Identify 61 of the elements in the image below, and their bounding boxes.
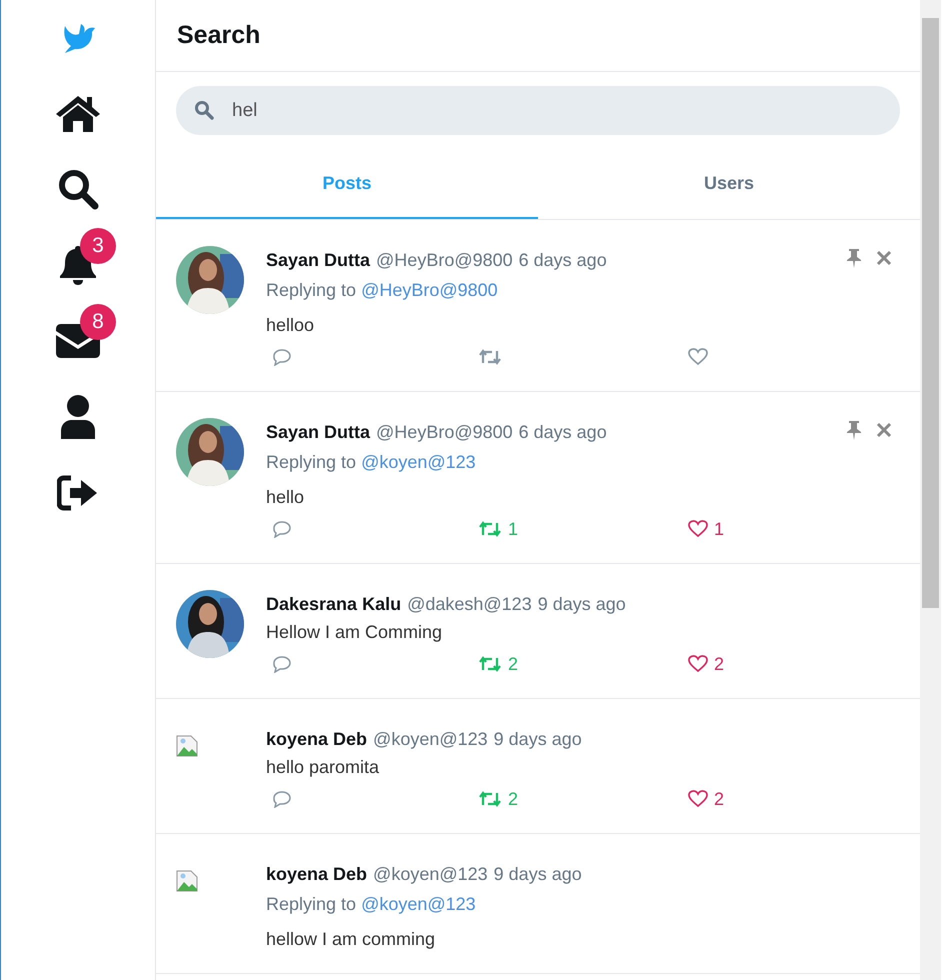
retweet-button[interactable]: 1: [478, 516, 688, 542]
page-title: Search: [177, 20, 260, 51]
mention-link[interactable]: @koyen@123: [361, 452, 476, 472]
heart-icon: [688, 790, 708, 808]
post-time: 6 days ago: [518, 249, 607, 272]
like-button[interactable]: 2: [688, 786, 724, 812]
search-field[interactable]: hel: [176, 86, 900, 135]
tab[interactable]: Posts: [156, 149, 538, 219]
post-text: helloo: [266, 314, 316, 337]
retweet-icon: [478, 790, 502, 808]
user-handle: @koyen@123: [373, 728, 488, 751]
like-button[interactable]: [688, 348, 708, 366]
author-name[interactable]: koyena Deb: [266, 725, 368, 753]
heart-icon: [688, 348, 708, 366]
like-button[interactable]: 2: [688, 650, 724, 678]
comment-icon[interactable]: [272, 655, 292, 673]
post-text: hello: [266, 486, 306, 509]
retweet-button[interactable]: 2: [478, 786, 688, 812]
close-icon[interactable]: [876, 420, 892, 440]
post-time: 9 days ago: [494, 728, 582, 751]
tab[interactable]: Users: [538, 149, 920, 219]
logout-icon[interactable]: [57, 475, 99, 511]
comment-icon[interactable]: [272, 790, 292, 808]
replying-label: Replying to: [266, 280, 356, 300]
search-icon[interactable]: [57, 168, 99, 210]
author-name[interactable]: Sayan Dutta: [266, 418, 370, 446]
post-text: Hellow I am Comming: [266, 621, 444, 644]
replying-label: Replying to: [266, 894, 356, 914]
post-time: 9 days ago: [538, 593, 626, 616]
notification-badge: 8: [80, 304, 116, 340]
heart-icon: [688, 655, 708, 673]
mention-link[interactable]: @koyen@123: [361, 894, 476, 914]
user-handle: @koyen@123: [373, 863, 488, 886]
retweet-icon: [478, 348, 502, 366]
user-icon[interactable]: [59, 395, 97, 439]
user-handle: @HeyBro@9800: [376, 249, 513, 272]
notification-badge: 3: [80, 228, 116, 264]
close-icon[interactable]: [876, 248, 892, 268]
scrollbar-thumb[interactable]: [922, 18, 939, 608]
search-icon: [194, 100, 214, 120]
author-name[interactable]: Dakesrana Kalu: [266, 590, 402, 618]
post-text: hello paromita: [266, 756, 380, 779]
comment-icon[interactable]: [272, 348, 292, 366]
comment-icon[interactable]: [272, 520, 292, 538]
retweet-button[interactable]: 2: [478, 650, 688, 678]
home-icon[interactable]: [54, 93, 102, 133]
replying-label: Replying to: [266, 452, 356, 472]
post-time: 9 days ago: [494, 863, 582, 886]
pin-icon[interactable]: [846, 248, 862, 268]
post-text: hellow I am comming: [266, 928, 436, 951]
like-button[interactable]: 1: [688, 516, 724, 542]
pin-icon[interactable]: [846, 420, 862, 440]
author-name[interactable]: koyena Deb: [266, 860, 368, 888]
user-handle: @dakesh@123: [407, 593, 532, 616]
retweet-icon: [478, 520, 502, 538]
heart-icon: [688, 520, 708, 538]
user-handle: @HeyBro@9800: [376, 421, 513, 444]
retweet-icon: [478, 655, 502, 673]
post-time: 6 days ago: [518, 421, 607, 444]
mention-link[interactable]: @HeyBro@9800: [361, 280, 498, 300]
author-name[interactable]: Sayan Dutta: [266, 246, 370, 274]
